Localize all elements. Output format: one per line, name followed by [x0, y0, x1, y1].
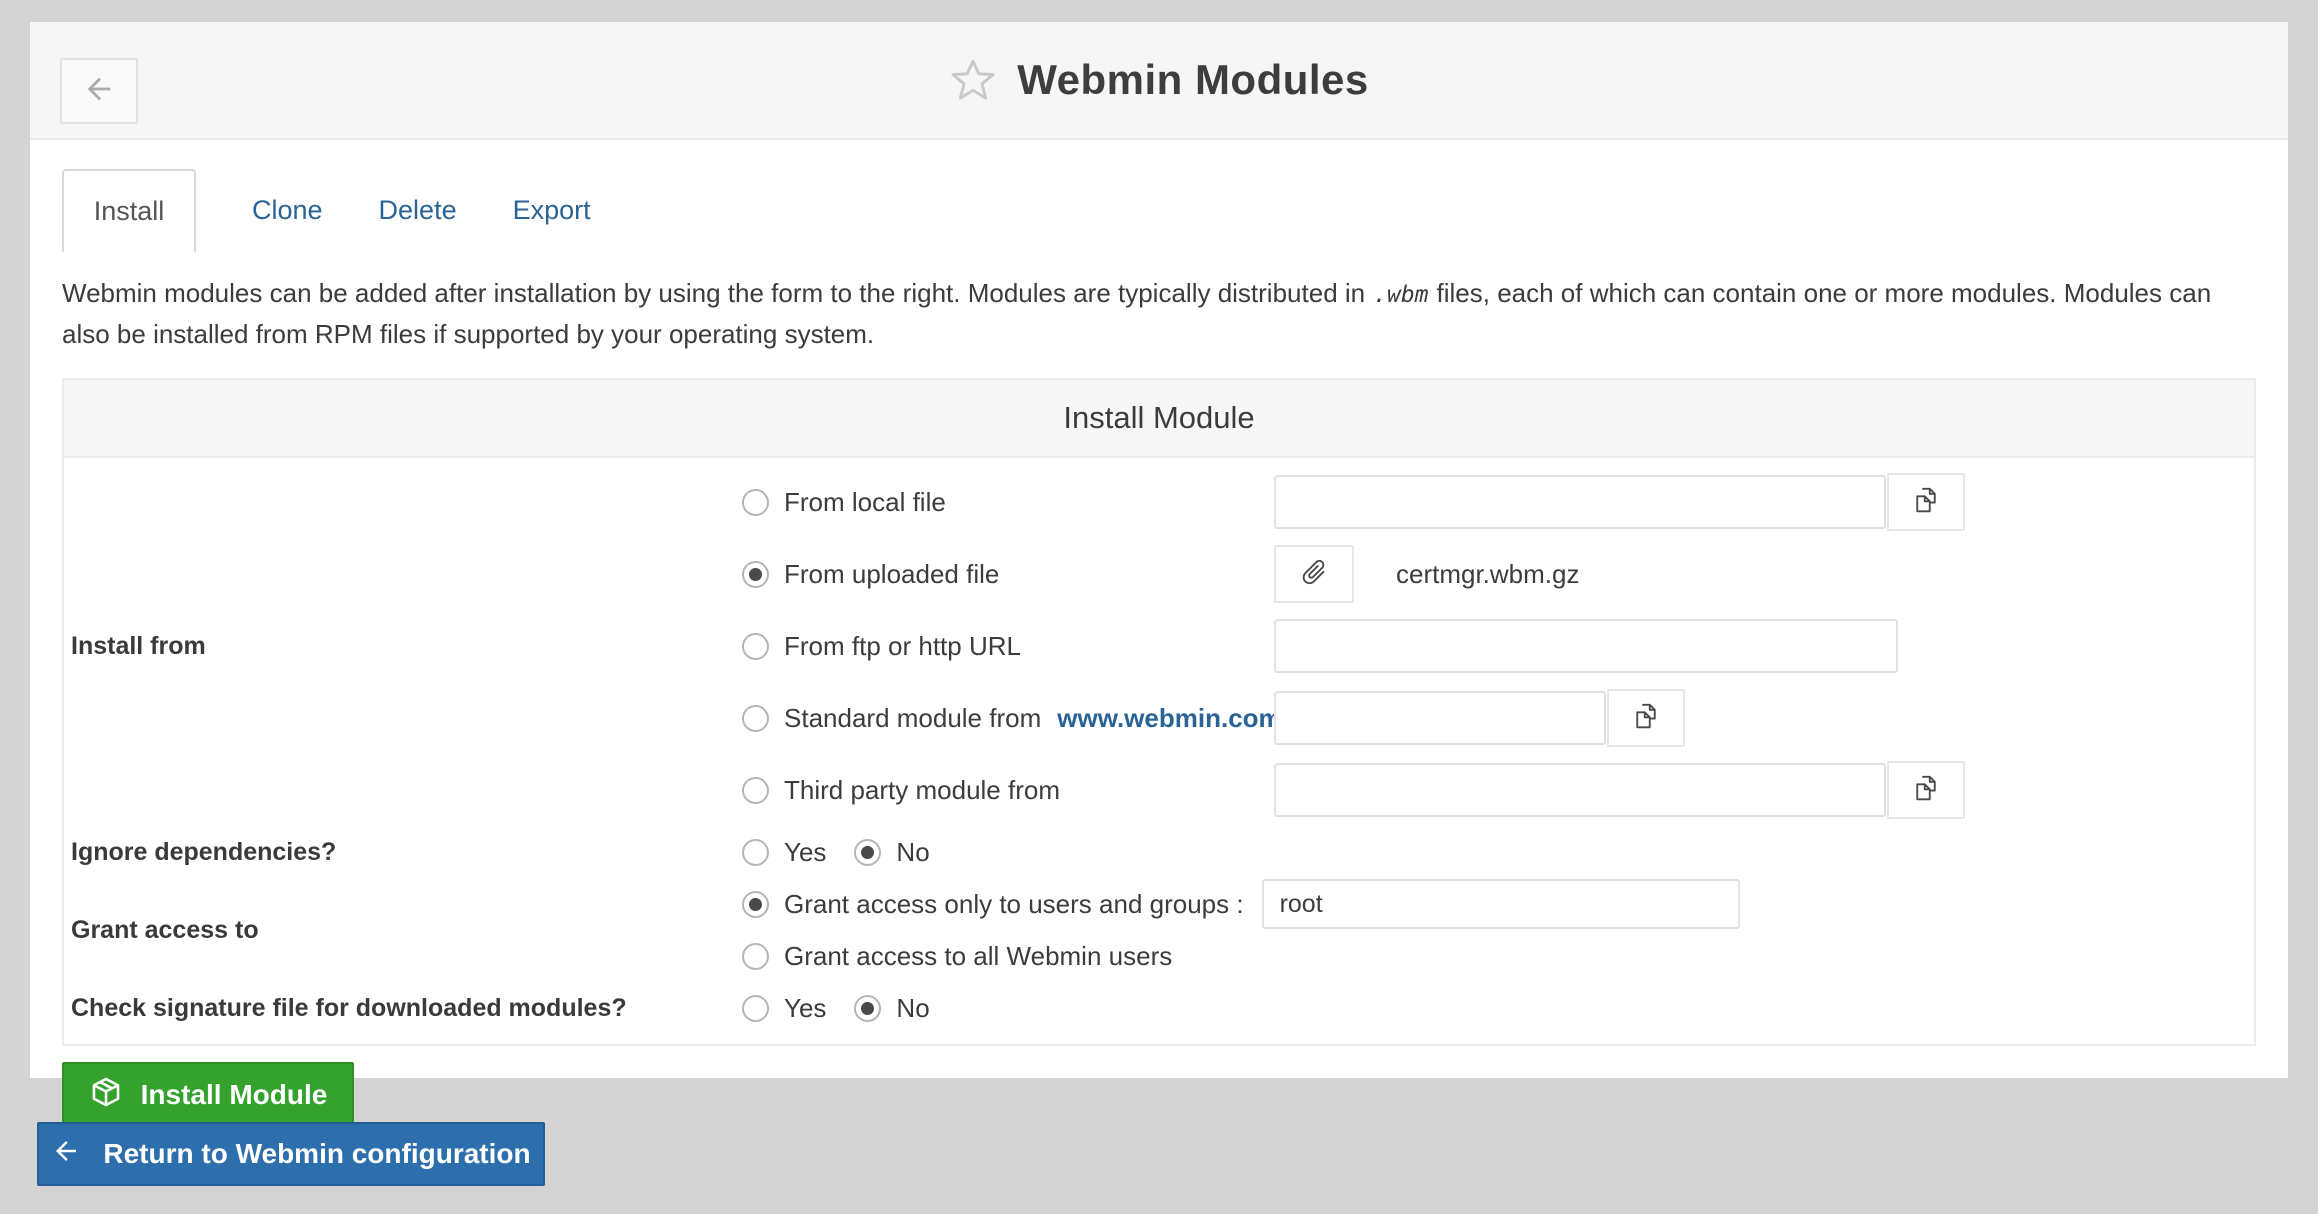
radio-label: Yes: [784, 837, 826, 868]
standard-module-input[interactable]: [1274, 691, 1606, 745]
wbm-extension-code: .wbm: [1365, 282, 1436, 308]
option-third-party-module: Third party module from: [742, 754, 2254, 826]
option-from-local-file: From local file: [742, 466, 2254, 538]
form-row-check-signature: Check signature file for downloaded modu…: [64, 982, 2254, 1034]
option-grant-all-users: Grant access to all Webmin users: [742, 930, 2254, 982]
radio-from-local-file[interactable]: [742, 489, 769, 516]
radio-grant-all-users[interactable]: [742, 943, 769, 970]
install-module-button[interactable]: Install Module: [62, 1062, 354, 1128]
intro-text: Webmin modules can be added after instal…: [62, 274, 2256, 354]
option-standard-module: Standard module from www.webmin.com: [742, 682, 2254, 754]
option-from-url: From ftp or http URL: [742, 610, 2254, 682]
return-button-label: Return to Webmin configuration: [103, 1138, 530, 1170]
form-row-ignore-dependencies: Ignore dependencies? Yes No: [64, 826, 2254, 878]
radio-grant-users-groups[interactable]: [742, 891, 769, 918]
radio-third-party-module[interactable]: [742, 777, 769, 804]
package-icon: [89, 1075, 123, 1116]
webmin-com-link[interactable]: www.webmin.com: [1057, 703, 1281, 734]
local-file-chooser-button[interactable]: [1887, 473, 1965, 531]
radio-ignore-deps-no[interactable]: [854, 839, 881, 866]
third-party-chooser-button[interactable]: [1887, 761, 1965, 819]
copy-files-icon: [1911, 773, 1941, 808]
standard-module-chooser-button[interactable]: [1607, 689, 1685, 747]
option-from-uploaded-file: From uploaded file certmgr.wbm.gz: [742, 538, 2254, 610]
third-party-input[interactable]: [1274, 763, 1886, 817]
radio-standard-module[interactable]: [742, 705, 769, 732]
radio-label: No: [896, 837, 929, 868]
paperclip-icon: [1299, 557, 1329, 592]
form-title: Install Module: [64, 380, 2254, 458]
radio-label: No: [896, 993, 929, 1024]
grant-access-label: Grant access to: [64, 913, 742, 947]
radio-label: Grant access to all Webmin users: [784, 941, 1172, 972]
radio-ignore-deps-yes[interactable]: [742, 839, 769, 866]
check-signature-label: Check signature file for downloaded modu…: [64, 991, 742, 1025]
intro-text-before: Webmin modules can be added after instal…: [62, 278, 1365, 308]
radio-check-signature-yes[interactable]: [742, 995, 769, 1022]
radio-label: Yes: [784, 993, 826, 1024]
return-to-webmin-config-button[interactable]: Return to Webmin configuration: [37, 1122, 545, 1186]
grant-users-input[interactable]: [1262, 879, 1740, 929]
radio-label: From ftp or http URL: [784, 631, 1021, 662]
radio-label: Standard module from: [784, 703, 1041, 734]
page-header: Webmin Modules: [30, 22, 2288, 140]
arrow-left-icon: [82, 72, 116, 111]
copy-files-icon: [1911, 485, 1941, 520]
main-panel: Webmin Modules Install Clone Delete Expo…: [30, 22, 2288, 1078]
upload-file-button[interactable]: [1274, 545, 1354, 603]
title-area: Webmin Modules: [30, 22, 2288, 138]
tab-delete[interactable]: Delete: [379, 195, 457, 226]
install-from-label: Install from: [64, 629, 742, 663]
tab-bar: Install Clone Delete Export: [62, 168, 2256, 252]
uploaded-filename: certmgr.wbm.gz: [1396, 559, 1580, 590]
page-title: Webmin Modules: [1017, 56, 1369, 104]
radio-check-signature-no[interactable]: [854, 995, 881, 1022]
ignore-dependencies-label: Ignore dependencies?: [64, 835, 742, 869]
form-row-install-from: Install from From local file: [64, 466, 2254, 826]
install-module-button-label: Install Module: [141, 1079, 328, 1111]
url-input[interactable]: [1274, 619, 1898, 673]
favorite-star-icon[interactable]: [949, 56, 997, 104]
tab-export[interactable]: Export: [513, 195, 591, 226]
copy-files-icon: [1631, 701, 1661, 736]
back-button[interactable]: [60, 58, 138, 124]
tab-clone[interactable]: Clone: [252, 195, 323, 226]
arrow-left-icon: [51, 1136, 81, 1173]
install-module-form: Install Module Install from From local f…: [62, 378, 2256, 1046]
radio-label: Third party module from: [784, 775, 1060, 806]
radio-label: From uploaded file: [784, 559, 999, 590]
tab-install[interactable]: Install: [62, 169, 196, 253]
radio-from-uploaded-file[interactable]: [742, 561, 769, 588]
radio-label: Grant access only to users and groups :: [784, 889, 1244, 920]
radio-from-url[interactable]: [742, 633, 769, 660]
option-grant-users-groups: Grant access only to users and groups :: [742, 878, 2254, 930]
local-file-input[interactable]: [1274, 475, 1886, 529]
form-row-grant-access: Grant access to Grant access only to use…: [64, 878, 2254, 982]
radio-label: From local file: [784, 487, 946, 518]
